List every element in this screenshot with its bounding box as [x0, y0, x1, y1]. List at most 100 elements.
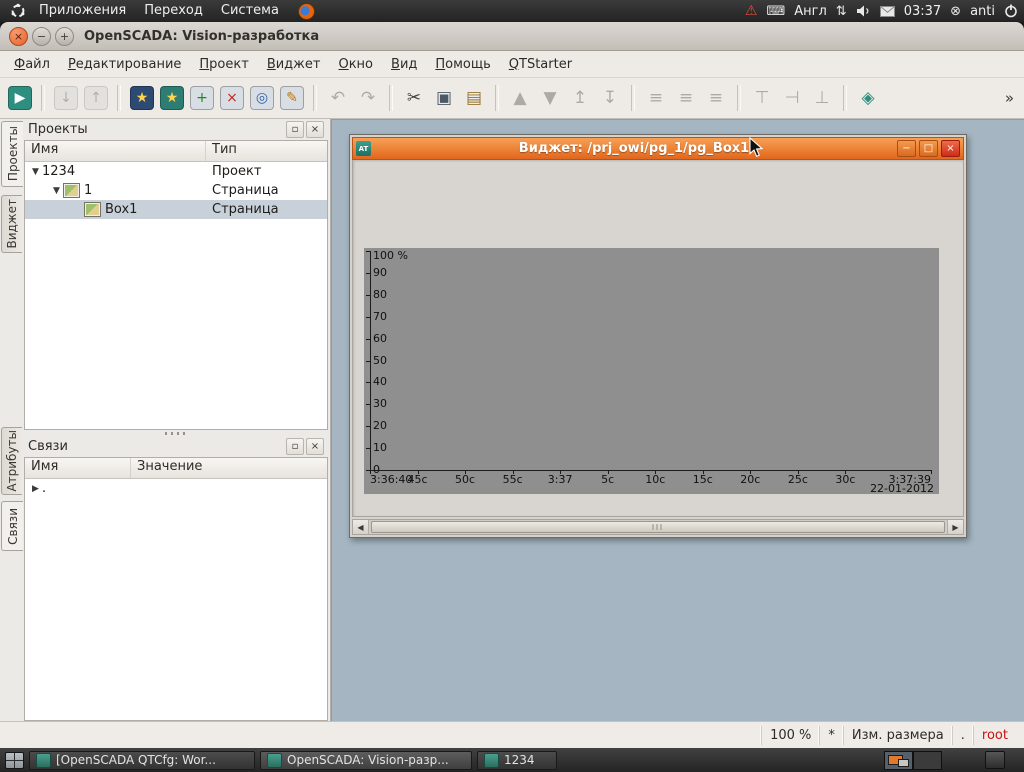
dock-float-button[interactable]: ▫: [286, 121, 304, 138]
paste-button[interactable]: ▤: [460, 84, 488, 112]
undo-glyph: ↶: [331, 88, 345, 108]
new-widget-library-button[interactable]: ★: [158, 84, 186, 112]
dock-close-button[interactable]: ×: [306, 121, 324, 138]
menubar-item[interactable]: Окно: [329, 54, 382, 75]
window-maximize-button[interactable]: +: [55, 27, 74, 46]
panel-menu-item[interactable]: Приложения: [30, 0, 135, 22]
links-table-header: Имя Значение: [25, 458, 327, 479]
taskbar-window-button[interactable]: [OpenSCADA QTCfg: Wor...: [29, 751, 255, 770]
bottom-taskbar: [OpenSCADA QTCfg: Wor... OpenSCADA: Visio…: [0, 748, 1024, 772]
side-tab-label: Проекты: [6, 126, 20, 181]
clock-indicator[interactable]: 03:37: [904, 4, 941, 19]
menubar-item[interactable]: Проект: [190, 54, 257, 75]
project-tree-row[interactable]: ▼1234Проект: [25, 162, 327, 181]
tree-expander[interactable]: ▼: [50, 186, 63, 196]
warning-indicator-icon[interactable]: ⚠: [745, 4, 758, 18]
child-minimize-button[interactable]: −: [897, 140, 916, 157]
tray-applet-icon[interactable]: [985, 751, 1005, 769]
new-widget-library-glyph: ★: [166, 90, 179, 106]
y-axis-tick: [366, 317, 370, 318]
side-tab-label: Виджет: [5, 199, 19, 249]
panel-menu-item[interactable]: Система: [212, 0, 288, 22]
page-icon: [84, 202, 101, 217]
menubar-item[interactable]: Виджет: [258, 54, 330, 75]
dock-float-button[interactable]: ▫: [286, 438, 304, 455]
undo-button: ↶: [324, 84, 352, 112]
scroll-left-button[interactable]: ◀: [353, 520, 369, 534]
workspace-cell-1[interactable]: [884, 751, 913, 770]
menubar-item[interactable]: Вид: [382, 54, 426, 75]
keyboard-icon[interactable]: ⌨: [766, 5, 785, 18]
menubar-item[interactable]: QTStarter: [500, 54, 581, 75]
page-edit-canvas[interactable]: 22-01-2012 100 %90807060504030201003:36:…: [352, 160, 964, 517]
side-tab[interactable]: Виджет: [1, 195, 22, 253]
edit-widget-button[interactable]: ✎: [278, 84, 306, 112]
power-icon[interactable]: [1004, 4, 1018, 18]
network-indicator-icon[interactable]: ⊗: [950, 5, 961, 18]
panel-menu-item[interactable]: Переход: [135, 0, 212, 22]
add-widget-glyph: +: [196, 90, 208, 106]
widget-properties-button[interactable]: ◎: [248, 84, 276, 112]
window-titlebar[interactable]: × − + OpenSCADA: Vision-разработка: [0, 22, 1024, 51]
speaker-icon[interactable]: [856, 4, 871, 18]
column-header-type[interactable]: Тип: [206, 141, 327, 161]
scroll-right-button[interactable]: ▶: [947, 520, 963, 534]
y-axis-label: 90: [373, 267, 387, 278]
project-tree-row[interactable]: ▼1Страница: [25, 181, 327, 200]
side-tab-label: Атрибуты: [5, 430, 19, 492]
side-tab[interactable]: Атрибуты: [1, 427, 22, 495]
new-visual-item-button[interactable]: ★: [128, 84, 156, 112]
child-window-titlebar[interactable]: AT Виджет: /prj_owi/pg_1/pg_Box1 − □ ×: [352, 137, 964, 160]
x-axis-tick: [465, 470, 466, 474]
child-close-button[interactable]: ×: [941, 140, 960, 157]
workspace-switcher: [884, 751, 942, 770]
menubar-item[interactable]: Помощь: [426, 54, 499, 75]
side-tab[interactable]: Связи: [1, 501, 23, 551]
scrollbar-thumb[interactable]: [371, 521, 945, 533]
links-name-cell: ▶.: [25, 481, 131, 496]
run-project-button[interactable]: ▶: [6, 84, 34, 112]
new-visual-item-glyph: ★: [136, 90, 149, 106]
updates-arrows-icon[interactable]: ⇅: [836, 5, 847, 18]
trend-chart-widget[interactable]: 22-01-2012 100 %90807060504030201003:36:…: [364, 248, 939, 494]
taskbar-window-button[interactable]: 1234: [477, 751, 557, 770]
openscada-vision-window: × − + OpenSCADA: Vision-разработка ФайлР…: [0, 22, 1024, 748]
window-minimize-button[interactable]: −: [32, 27, 51, 46]
add-widget-button[interactable]: +: [188, 84, 216, 112]
column-header-value[interactable]: Значение: [131, 458, 327, 478]
keyboard-layout-indicator[interactable]: Англ: [794, 4, 827, 19]
page-icon: [63, 183, 80, 198]
column-header-name[interactable]: Имя: [25, 141, 206, 161]
cut-button[interactable]: ✂: [400, 84, 428, 112]
window-close-button[interactable]: ×: [9, 27, 28, 46]
mail-icon[interactable]: [880, 6, 895, 17]
copy-button[interactable]: ▣: [430, 84, 458, 112]
x-axis-label: 25с: [788, 473, 808, 486]
dock-close-button[interactable]: ×: [306, 438, 324, 455]
user-indicator[interactable]: anti: [970, 4, 995, 19]
workspace-cell-2[interactable]: [913, 751, 942, 770]
taskbar-window-button[interactable]: OpenSCADA: Vision-разр...: [260, 751, 472, 770]
side-tab[interactable]: Проекты: [1, 121, 23, 187]
development-mode-button[interactable]: ◈: [854, 84, 882, 112]
load-from-db-button: ↓: [52, 84, 80, 112]
menubar-item[interactable]: Файл: [5, 54, 59, 75]
tree-name-cell: ▼1234: [25, 164, 206, 179]
show-desktop-icon[interactable]: [5, 752, 24, 769]
panel-menu-bar: ПриложенияПереходСистема: [30, 0, 288, 22]
column-header-name[interactable]: Имя: [25, 458, 131, 478]
tree-expander[interactable]: ▶: [29, 484, 42, 494]
menubar-item[interactable]: Редактирование: [59, 54, 190, 75]
delete-widget-button[interactable]: ×: [218, 84, 246, 112]
child-maximize-button[interactable]: □: [919, 140, 938, 157]
project-tree-row[interactable]: Box1Страница: [25, 200, 327, 219]
links-row[interactable]: ▶.: [25, 479, 327, 498]
tree-item-type: Страница: [206, 202, 327, 217]
firefox-launcher-icon[interactable]: [298, 3, 315, 20]
toolbar-overflow-chevron[interactable]: »: [1000, 89, 1019, 107]
ubuntu-logo-icon[interactable]: [10, 3, 26, 19]
raise-top-glyph: ↥: [573, 88, 587, 108]
toolbar-group: ≡≡≡: [641, 84, 731, 112]
tree-expander[interactable]: ▼: [29, 167, 42, 177]
align-bottom-glyph: ⊥: [815, 88, 830, 108]
